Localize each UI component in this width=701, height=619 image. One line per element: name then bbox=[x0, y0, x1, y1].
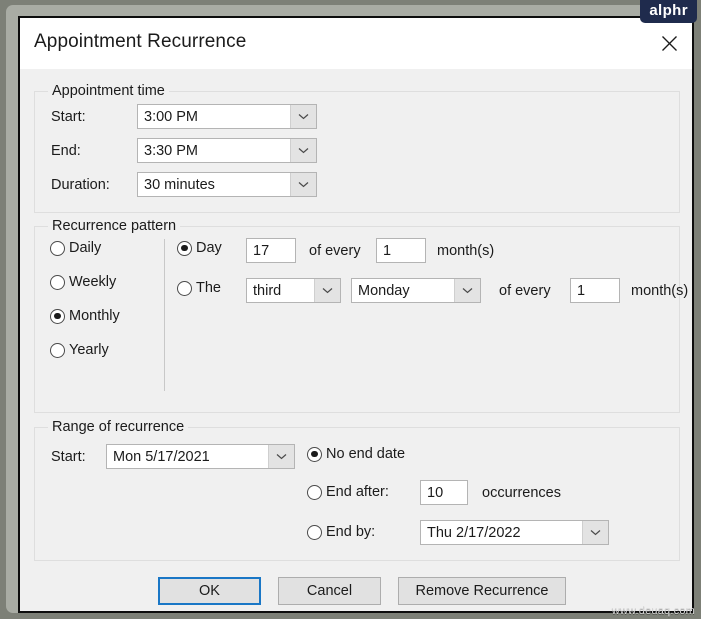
occurrences-label: occurrences bbox=[482, 485, 561, 501]
range-start-combobox[interactable]: Mon 5/17/2021 bbox=[106, 444, 295, 469]
cancel-button[interactable]: Cancel bbox=[278, 577, 381, 605]
start-time-label: Start: bbox=[51, 109, 86, 125]
range-of-recurrence-group: Range of recurrence Start: Mon 5/17/2021… bbox=[34, 419, 680, 561]
dialog-body: Appointment time Start: 3:00 PM End: 3:3… bbox=[20, 69, 692, 611]
radio-end-by-label: End by: bbox=[326, 524, 376, 540]
duration-label: Duration: bbox=[51, 177, 110, 193]
range-start-value: Mon 5/17/2021 bbox=[113, 448, 210, 465]
radio-daily-label: Daily bbox=[69, 240, 102, 256]
radio-dot bbox=[177, 280, 192, 296]
radio-daily[interactable]: Daily bbox=[50, 240, 101, 256]
frame-inner: Appointment Recurrence Appointment time … bbox=[6, 5, 694, 613]
close-icon[interactable] bbox=[646, 18, 692, 69]
end-time-value: 3:30 PM bbox=[144, 142, 198, 159]
appointment-time-group: Appointment time Start: 3:00 PM End: 3:3… bbox=[34, 83, 680, 213]
recurrence-pattern-group: Recurrence pattern Monthly Daily Weekly bbox=[34, 218, 688, 413]
range-of-recurrence-legend: Range of recurrence bbox=[48, 419, 189, 435]
radio-the-weekday[interactable]: The bbox=[177, 280, 221, 296]
ordinal-combobox[interactable]: third bbox=[246, 278, 341, 303]
chevron-down-icon[interactable] bbox=[314, 279, 340, 302]
weekday-combobox[interactable]: Monday bbox=[351, 278, 481, 303]
appointment-recurrence-dialog: Appointment Recurrence Appointment time … bbox=[18, 16, 694, 613]
pattern-divider bbox=[164, 239, 165, 391]
remove-recurrence-button[interactable]: Remove Recurrence bbox=[398, 577, 566, 605]
chevron-down-icon[interactable] bbox=[268, 445, 294, 468]
the-month-interval-input[interactable]: 1 bbox=[570, 278, 620, 303]
radio-end-after-label: End after: bbox=[326, 484, 389, 500]
dialog-titlebar: Appointment Recurrence bbox=[20, 18, 692, 69]
radio-monthly[interactable]: Monthly bbox=[50, 308, 120, 324]
radio-day-label: Day bbox=[196, 240, 222, 256]
radio-the-label: The bbox=[196, 280, 221, 296]
radio-no-end-date[interactable]: No end date bbox=[307, 446, 405, 462]
duration-value: 30 minutes bbox=[144, 176, 215, 193]
weekday-value: Monday bbox=[358, 282, 410, 299]
duration-combobox[interactable]: 30 minutes bbox=[137, 172, 317, 197]
radio-no-end-date-label: No end date bbox=[326, 446, 406, 462]
radio-dot bbox=[307, 446, 322, 462]
radio-dot bbox=[307, 484, 322, 500]
radio-dot bbox=[50, 308, 65, 324]
recurrence-pattern-legend: Recurrence pattern bbox=[48, 218, 181, 234]
radio-end-by[interactable]: End by: bbox=[307, 524, 375, 540]
page-title: Appointment Recurrence bbox=[34, 31, 247, 52]
end-by-date-combobox[interactable]: Thu 2/17/2022 bbox=[420, 520, 609, 545]
chevron-down-icon[interactable] bbox=[582, 521, 608, 544]
chevron-down-icon[interactable] bbox=[290, 139, 316, 162]
radio-day-of-month[interactable]: Day bbox=[177, 240, 222, 256]
radio-yearly-label: Yearly bbox=[69, 342, 109, 358]
appointment-time-legend: Appointment time bbox=[48, 83, 169, 99]
radio-end-after[interactable]: End after: bbox=[307, 484, 389, 500]
the-month-unit-label: month(s) bbox=[631, 283, 689, 299]
radio-dot bbox=[50, 342, 65, 358]
radio-weekly[interactable]: Weekly bbox=[50, 274, 116, 290]
radio-dot bbox=[307, 524, 322, 540]
day-of-month-input[interactable]: 17 bbox=[246, 238, 296, 263]
ok-button[interactable]: OK bbox=[158, 577, 261, 605]
end-time-label: End: bbox=[51, 143, 81, 159]
radio-dot bbox=[177, 240, 192, 256]
chevron-down-icon[interactable] bbox=[454, 279, 480, 302]
site-watermark: www.deuaq.com bbox=[611, 605, 695, 617]
ordinal-value: third bbox=[253, 282, 282, 299]
radio-dot bbox=[50, 274, 65, 290]
radio-yearly[interactable]: Yearly bbox=[50, 342, 109, 358]
chevron-down-icon[interactable] bbox=[290, 173, 316, 196]
radio-weekly-label: Weekly bbox=[69, 274, 117, 290]
end-time-combobox[interactable]: 3:30 PM bbox=[137, 138, 317, 163]
end-after-occurrences-input[interactable]: 10 bbox=[420, 480, 468, 505]
start-time-value: 3:00 PM bbox=[144, 108, 198, 125]
radio-monthly-label: Monthly bbox=[69, 308, 120, 324]
chevron-down-icon[interactable] bbox=[290, 105, 316, 128]
day-month-unit-label: month(s) bbox=[437, 243, 495, 259]
screenshot-frame: Appointment Recurrence Appointment time … bbox=[0, 0, 701, 619]
the-of-every-label: of every bbox=[499, 283, 551, 299]
end-by-date-value: Thu 2/17/2022 bbox=[427, 524, 521, 541]
start-time-combobox[interactable]: 3:00 PM bbox=[137, 104, 317, 129]
alphr-watermark: alphr bbox=[640, 0, 697, 23]
day-month-interval-input[interactable]: 1 bbox=[376, 238, 426, 263]
range-start-label: Start: bbox=[51, 449, 86, 465]
day-of-every-label: of every bbox=[309, 243, 361, 259]
radio-dot bbox=[50, 240, 65, 256]
